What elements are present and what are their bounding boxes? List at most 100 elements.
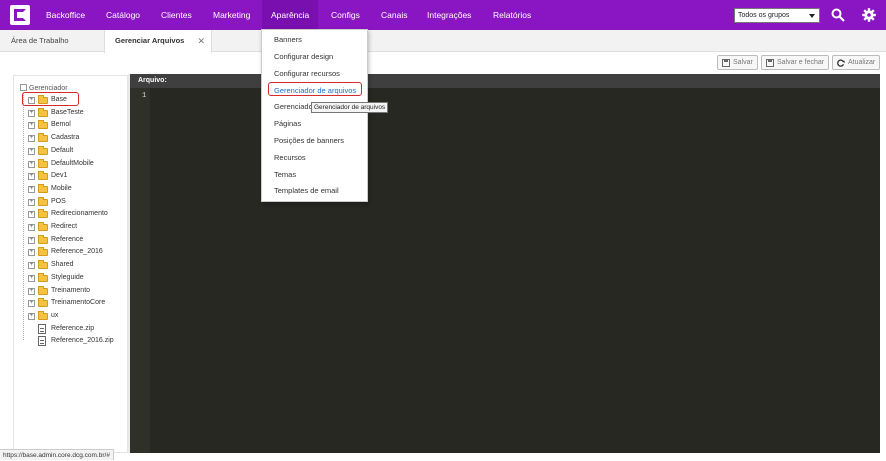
save-and-close-label: Salvar e fechar [777, 59, 825, 66]
tree-item-label: Reference [51, 235, 84, 243]
tab-gerenciar-arquivos[interactable]: Gerenciar Arquivos ✕ [104, 30, 212, 53]
search-icon[interactable] [831, 8, 845, 22]
file-tree-panel: Gerenciador + Base + BaseTeste + Bemol + Cadast… [13, 75, 128, 453]
refresh-button[interactable]: Atualizar [832, 55, 881, 70]
expand-icon[interactable]: + [28, 236, 35, 244]
menu-item-configurar-design[interactable]: Configurar design [274, 52, 333, 61]
expand-icon[interactable]: + [28, 122, 35, 130]
folder-icon [38, 158, 48, 168]
folder-icon [38, 298, 48, 308]
expand-icon[interactable]: + [28, 262, 35, 270]
tooltip: Gerenciador de arquivos [311, 102, 389, 113]
aparencia-dropdown-menu: Banners Configurar design Configurar rec… [261, 29, 368, 202]
expand-icon[interactable]: + [28, 224, 35, 231]
folder-icon [38, 196, 48, 206]
nav-item-integracoes[interactable]: Integrações [427, 0, 471, 30]
folder-icon [38, 133, 48, 143]
nav-item-configs[interactable]: Configs [331, 0, 360, 30]
logo-icon[interactable] [10, 5, 30, 25]
tree-item-label: Bemol [51, 121, 71, 129]
folder-icon [38, 145, 48, 155]
expand-icon[interactable]: + [28, 249, 35, 257]
chevron-down-icon [809, 14, 815, 18]
annotation-highlight-base [22, 92, 79, 106]
expand-icon[interactable]: + [28, 185, 35, 193]
tree-item-label: POS [51, 197, 66, 205]
nav-item-marketing[interactable]: Marketing [213, 0, 250, 30]
expand-icon[interactable]: + [28, 300, 35, 308]
gear-icon[interactable] [862, 8, 876, 22]
tree-item-label: Styleguide [51, 273, 84, 281]
tab-bar: Área de Trabalho Gerenciar Arquivos ✕ [0, 30, 886, 53]
folder-icon [38, 120, 48, 130]
folder-icon [38, 209, 48, 219]
tree-item-label: TreinamentoCore [51, 299, 106, 307]
folder-icon [38, 247, 48, 257]
tree-item-label: Mobile [51, 184, 72, 192]
close-icon[interactable]: ✕ [197, 30, 205, 52]
tree-guide-line [23, 93, 24, 340]
menu-item-configurar-recursos[interactable]: Configurar recursos [274, 69, 340, 78]
nav-item-canais[interactable]: Canais [381, 0, 407, 30]
save-icon [766, 59, 774, 67]
save-and-close-button[interactable]: Salvar e fechar [761, 55, 830, 70]
menu-item-recursos[interactable]: Recursos [274, 153, 306, 162]
expand-icon[interactable]: + [28, 147, 35, 155]
nav-item-backoffice[interactable]: Backoffice [46, 0, 85, 30]
collapse-icon[interactable] [20, 84, 27, 91]
expand-icon[interactable]: + [28, 287, 35, 295]
refresh-button-label: Atualizar [848, 59, 876, 66]
tree-item-label: Shared [51, 261, 74, 269]
menu-item-paginas[interactable]: Páginas [274, 119, 301, 128]
expand-icon[interactable]: + [28, 109, 35, 117]
tree-item-label: Reference_2016 [51, 248, 103, 256]
tree-item-label: Reference.zip [51, 324, 95, 332]
expand-icon[interactable]: + [28, 135, 35, 143]
annotation-highlight-menu [268, 82, 362, 96]
line-number: 1 [142, 92, 147, 100]
group-select[interactable]: Todos os grupos [734, 8, 820, 23]
nav-item-aparencia[interactable]: Aparência [262, 0, 319, 30]
folder-icon [38, 183, 48, 193]
menu-item-templates-de-email[interactable]: Templates de email [274, 186, 339, 195]
folder-icon [38, 222, 48, 231]
expand-icon[interactable]: + [28, 160, 35, 168]
folder-icon [38, 310, 48, 320]
folder-icon [38, 234, 48, 244]
folder-icon [38, 260, 48, 270]
tree-item-label: ux [51, 311, 59, 319]
tree-item-label: Redirect [51, 223, 78, 230]
expand-icon[interactable]: + [28, 211, 35, 219]
expand-icon[interactable]: + [28, 274, 35, 282]
expand-icon[interactable]: + [28, 198, 35, 206]
nav-item-clientes[interactable]: Clientes [161, 0, 192, 30]
tab-label: Gerenciar Arquivos [115, 36, 185, 45]
folder-icon [38, 285, 48, 295]
tree-item-label: Dev1 [51, 172, 68, 180]
expand-icon[interactable]: + [28, 173, 35, 181]
editor-header: Arquivo: [130, 74, 880, 88]
expand-icon[interactable]: + [28, 312, 35, 320]
save-icon [722, 59, 730, 67]
file-icon [38, 336, 46, 347]
tree-item-label: Treinamento [51, 286, 91, 294]
tree-item-label: Default [51, 146, 74, 154]
save-button-label: Salvar [733, 59, 753, 66]
nav-item-relatorios[interactable]: Relatórios [493, 0, 531, 30]
menu-item-posicoes-de-banners[interactable]: Posições de banners [274, 136, 344, 145]
menu-item-temas[interactable]: Temas [274, 170, 296, 179]
tree-root-label: Gerenciador [29, 85, 68, 92]
save-button[interactable]: Salvar [717, 55, 758, 70]
tree-item-label: BaseTeste [51, 108, 84, 116]
folder-icon [38, 272, 48, 282]
status-url: https://base.admin.core.dcg.com.br/# [0, 449, 114, 460]
tab-workspace[interactable]: Área de Trabalho [11, 30, 69, 52]
tree-item-label: Cadastra [51, 134, 80, 142]
tree-root[interactable]: Gerenciador [20, 83, 68, 92]
menu-item-banners[interactable]: Banners [274, 35, 302, 44]
nav-item-catalogo[interactable]: Catálogo [106, 0, 140, 30]
tree-item-label: Redirecionamento [51, 210, 108, 218]
menu-item-gerenciador[interactable]: Gerenciador [274, 102, 315, 111]
code-editor[interactable]: Arquivo: 1 [130, 74, 880, 453]
file-icon [38, 323, 46, 334]
